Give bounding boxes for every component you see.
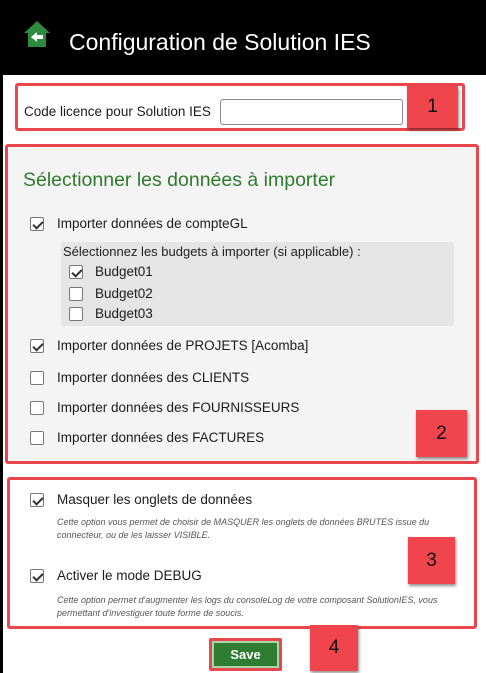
clients-checkbox[interactable] — [30, 370, 44, 385]
budget01-option[interactable]: Budget01 — [69, 264, 153, 279]
debug-description: Cette option permet d'augmenter les logs… — [57, 595, 438, 618]
clients-option[interactable]: Importer données des CLIENTS — [30, 370, 249, 385]
factures-option[interactable]: Importer données des FACTURES — [30, 430, 264, 445]
compte-gl-label: Importer données de compteGL — [57, 216, 248, 231]
budget02-label: Budget02 — [95, 286, 153, 301]
annotation-badge-4: 4 — [310, 625, 358, 671]
home-back-icon[interactable] — [23, 20, 51, 48]
title-bar: Configuration de Solution IES — [0, 0, 486, 75]
annotation-badge-3: 3 — [408, 537, 455, 584]
projets-label: Importer données de PROJETS [Acomba] — [57, 338, 309, 353]
budget02-option[interactable]: Budget02 — [69, 286, 153, 301]
projets-option[interactable]: Importer données de PROJETS [Acomba] — [30, 338, 308, 353]
budget03-option[interactable]: Budget03 — [69, 306, 153, 321]
annotation-badge-2: 2 — [416, 410, 467, 457]
fournisseurs-label: Importer données des FOURNISSEURS — [57, 400, 300, 415]
budget03-checkbox[interactable] — [69, 306, 83, 321]
licence-input[interactable] — [220, 99, 403, 125]
masquer-description: Cette option vous permet de choisir de M… — [57, 517, 430, 540]
projets-checkbox[interactable] — [30, 338, 44, 353]
fournisseurs-checkbox[interactable] — [30, 400, 44, 415]
clients-label: Importer données des CLIENTS — [57, 370, 250, 385]
factures-label: Importer données des FACTURES — [57, 430, 265, 445]
masquer-checkbox[interactable] — [30, 492, 44, 507]
page-title: Configuration de Solution IES — [69, 29, 371, 55]
budget01-checkbox[interactable] — [69, 264, 83, 279]
fournisseurs-option[interactable]: Importer données des FOURNISSEURS — [30, 400, 299, 415]
compte-gl-option[interactable]: Importer données de compteGL — [30, 216, 248, 231]
debug-checkbox[interactable] — [30, 568, 44, 583]
licence-label: Code licence pour Solution IES — [24, 104, 211, 119]
budget01-label: Budget01 — [95, 264, 153, 279]
save-button[interactable]: Save — [209, 638, 282, 671]
debug-option[interactable]: Activer le mode DEBUG — [30, 568, 202, 583]
annotation-badge-1: 1 — [407, 86, 458, 128]
masquer-option[interactable]: Masquer les onglets de données — [30, 492, 252, 507]
masquer-label: Masquer les onglets de données — [57, 492, 253, 507]
debug-label: Activer le mode DEBUG — [57, 568, 202, 583]
compte-gl-checkbox[interactable] — [30, 216, 44, 231]
window-edge — [0, 75, 3, 673]
budget03-label: Budget03 — [95, 306, 153, 321]
budgets-label: Sélectionnez les budgets à importer (si … — [63, 244, 361, 259]
budget02-checkbox[interactable] — [69, 286, 83, 301]
import-section-title: Sélectionner les données à importer — [23, 169, 336, 191]
factures-checkbox[interactable] — [30, 430, 44, 445]
